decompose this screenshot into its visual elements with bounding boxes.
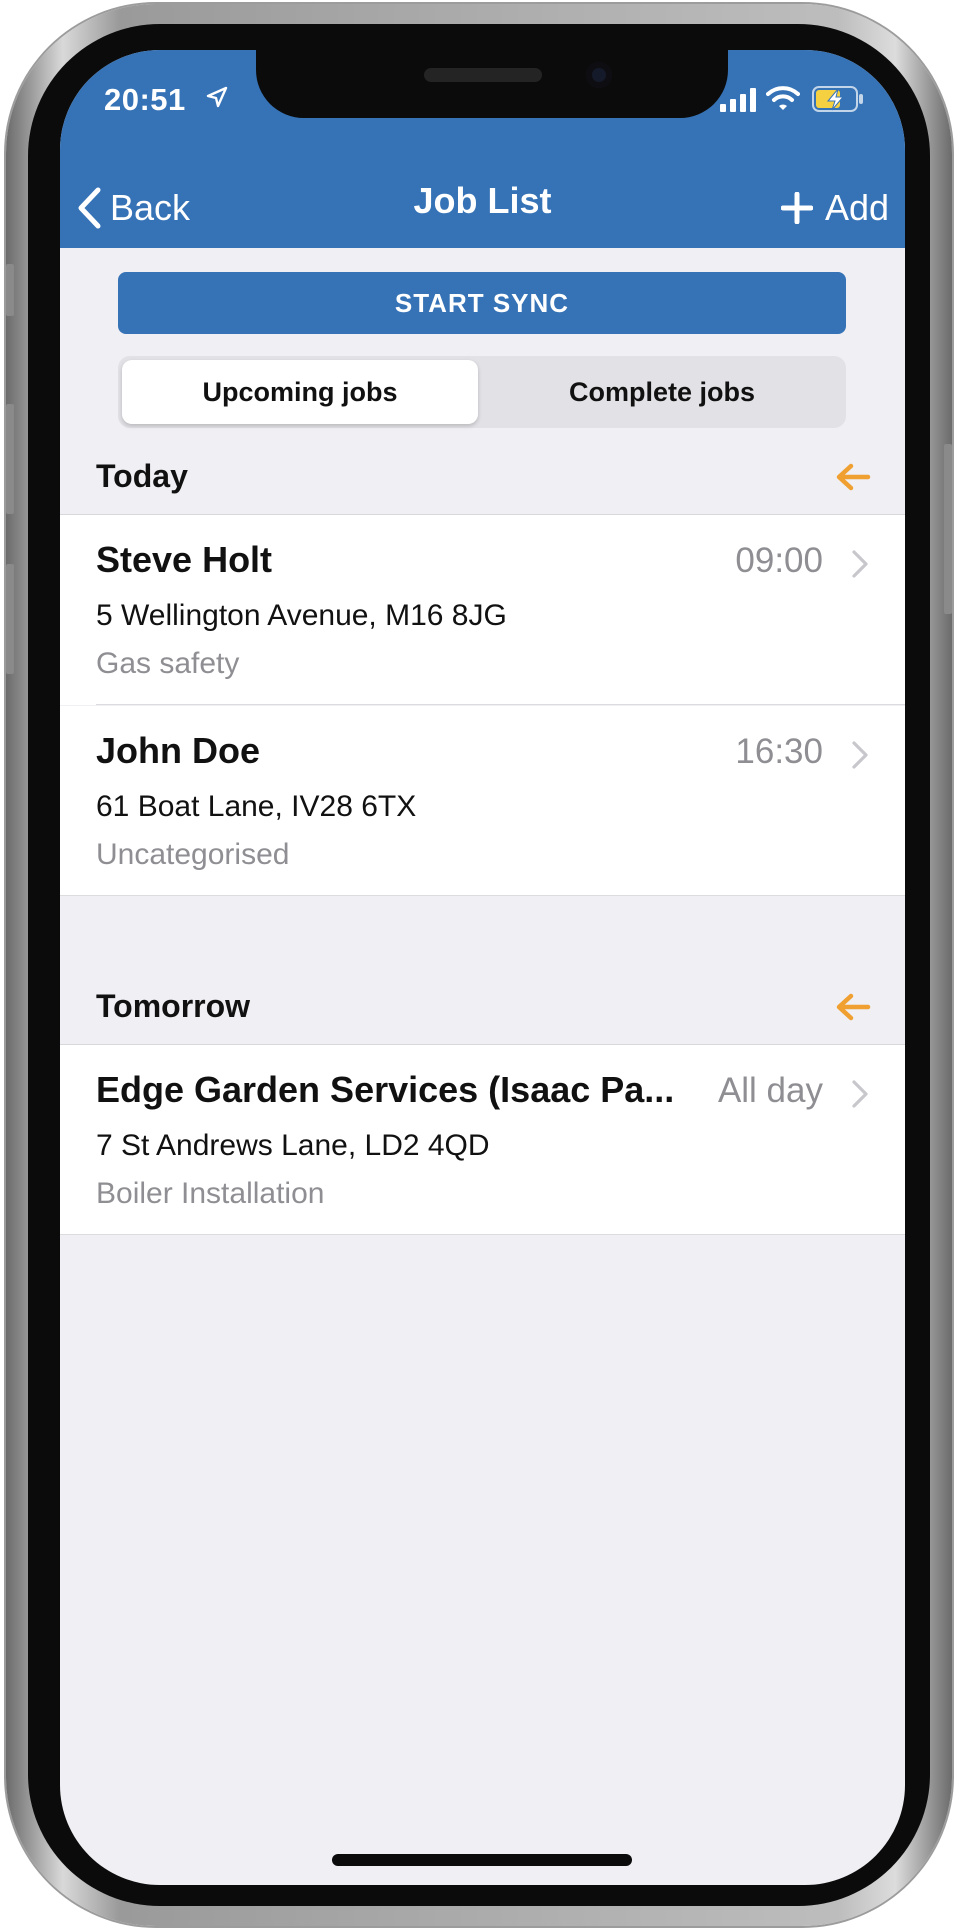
volume-up-button xyxy=(6,404,14,514)
job-address: 61 Boat Lane, IV28 6TX xyxy=(96,790,417,823)
job-customer-name: Edge Garden Services (Isaac Pa... xyxy=(96,1069,675,1110)
battery-charging-icon xyxy=(812,86,863,112)
add-job-button[interactable]: Add xyxy=(780,178,889,238)
row-divider xyxy=(60,1234,905,1235)
job-time: 16:30 xyxy=(725,732,823,772)
mute-switch xyxy=(6,264,14,316)
section-header-tomorrow: Tomorrow xyxy=(60,968,905,1045)
tab-upcoming-jobs[interactable]: Upcoming jobs xyxy=(122,360,478,424)
location-arrow-icon xyxy=(206,86,228,108)
job-address: 7 St Andrews Lane, LD2 4QD xyxy=(96,1129,490,1162)
row-divider xyxy=(96,704,905,705)
status-time: 20:51 xyxy=(104,82,186,117)
job-type: Boiler Installation xyxy=(96,1177,325,1210)
section-header-today: Today xyxy=(60,438,905,515)
section-title: Today xyxy=(96,458,188,494)
navigation-bar: 20:51 Back Job List Add xyxy=(60,50,905,248)
home-indicator[interactable] xyxy=(332,1854,632,1866)
power-button xyxy=(944,444,952,614)
page-title: Job List xyxy=(413,180,552,221)
add-label: Add xyxy=(824,187,889,228)
job-customer-name: Steve Holt xyxy=(96,539,273,580)
front-camera xyxy=(586,62,612,88)
notch xyxy=(256,50,728,118)
plus-icon xyxy=(780,192,813,224)
chevron-right-icon xyxy=(852,1080,868,1108)
job-type: Uncategorised xyxy=(96,838,290,871)
job-address: 5 Wellington Avenue, M16 8JG xyxy=(96,599,507,632)
job-time: All day xyxy=(707,1071,823,1111)
job-row[interactable]: John Doe 16:30 61 Boat Lane, IV28 6TX Un… xyxy=(60,706,905,896)
chevron-right-icon xyxy=(852,741,868,769)
speaker xyxy=(424,68,542,82)
chevron-right-icon xyxy=(852,550,868,578)
arrow-left-icon[interactable] xyxy=(835,462,871,492)
job-time: 09:00 xyxy=(725,541,823,581)
arrow-left-icon[interactable] xyxy=(835,992,871,1022)
tab-complete-jobs[interactable]: Complete jobs xyxy=(482,360,842,424)
job-type: Gas safety xyxy=(96,647,240,680)
start-sync-button[interactable]: START SYNC xyxy=(118,272,846,334)
row-divider xyxy=(60,895,905,896)
job-row[interactable]: Steve Holt 09:00 5 Wellington Avenue, M1… xyxy=(60,515,905,705)
section-title: Tomorrow xyxy=(96,988,251,1024)
job-customer-name: John Doe xyxy=(96,730,261,771)
wifi-icon xyxy=(766,86,800,110)
cellular-signal-icon xyxy=(720,88,756,112)
job-filter-segmented-control: Upcoming jobs Complete jobs xyxy=(118,356,846,428)
app-screen: 20:51 Back Job List Add START SYNC Upcom… xyxy=(60,50,905,1885)
job-row[interactable]: Edge Garden Services (Isaac Pa... All da… xyxy=(60,1045,905,1235)
volume-down-button xyxy=(6,564,14,674)
